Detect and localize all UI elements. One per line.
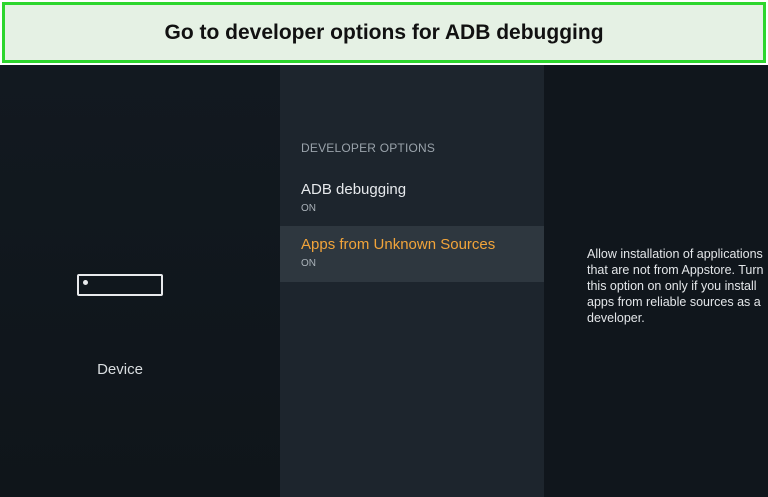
menu-item-title: Apps from Unknown Sources [301, 236, 496, 253]
menu-item-title: ADB debugging [301, 181, 407, 198]
caption-banner: Go to developer options for ADB debuggin… [0, 0, 768, 65]
section-header: DEVELOPER OPTIONS [301, 141, 436, 155]
device-icon [77, 274, 163, 296]
menu-item-status: ON [301, 258, 316, 269]
detail-panel: Allow installation of applications that … [544, 65, 768, 497]
category-panel: Device [0, 65, 280, 497]
menu-item-status: ON [301, 203, 316, 214]
menu-item-adb-debugging[interactable]: ADB debugging ON [280, 171, 544, 227]
device-indicator-dot [83, 280, 88, 285]
menu-item-unknown-sources[interactable]: Apps from Unknown Sources ON [280, 226, 544, 282]
option-description: Allow installation of applications that … [587, 247, 764, 325]
category-label-device: Device [97, 361, 143, 378]
tv-settings-screen: Device DEVELOPER OPTIONS ADB debugging O… [0, 65, 768, 497]
caption-title: Go to developer options for ADB debuggin… [164, 20, 604, 44]
caption-banner-frame: Go to developer options for ADB debuggin… [2, 2, 766, 63]
developer-options-panel: DEVELOPER OPTIONS ADB debugging ON Apps … [280, 65, 544, 497]
